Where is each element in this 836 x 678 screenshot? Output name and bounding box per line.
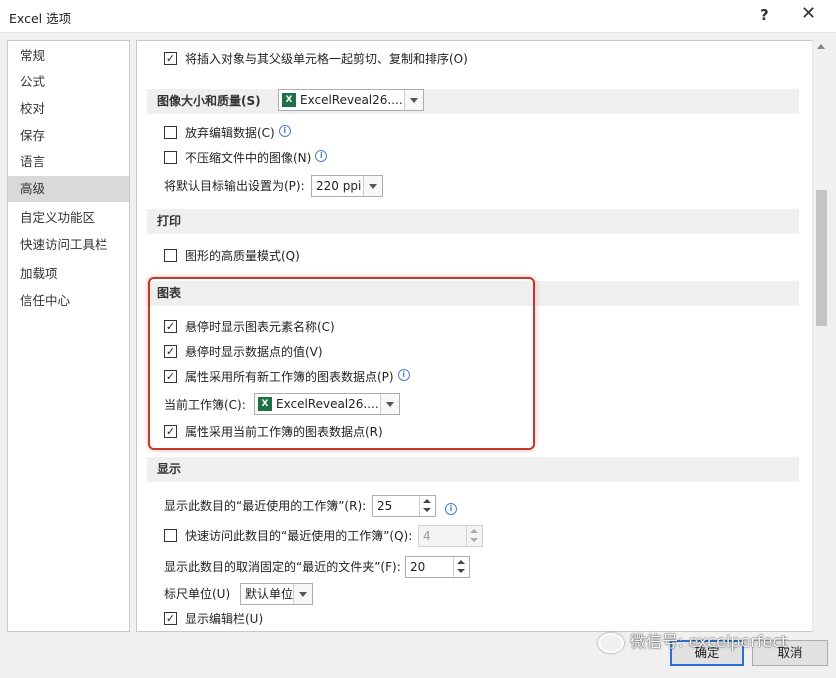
ruler-units-dropdown[interactable]: 默认单位 bbox=[240, 583, 313, 605]
checkbox-checked-icon[interactable]: ✓ bbox=[164, 370, 177, 383]
section-title: 图表 bbox=[157, 286, 182, 300]
checkbox-unchecked-icon[interactable] bbox=[164, 249, 177, 262]
info-icon: i bbox=[445, 503, 457, 515]
spinner-arrows-icon[interactable] bbox=[419, 496, 435, 516]
option-label: 不压缩文件中的图像(N) bbox=[185, 151, 312, 165]
quick-access-recent-spinner[interactable]: 4 bbox=[418, 525, 483, 547]
option-label: 悬停时显示数据点的值(V) bbox=[185, 345, 323, 359]
section-title: 图像大小和质量(S) bbox=[157, 94, 261, 108]
hover-element-names-option[interactable]: ✓ 悬停时显示图表元素名称(C) bbox=[164, 316, 335, 338]
options-nav: 常规 公式 校对 保存 语言 高级 自定义功能区 快速访问工具栏 加载项 信任中… bbox=[7, 40, 130, 632]
wechat-logo-icon bbox=[598, 632, 624, 653]
spinner-value: 4 bbox=[423, 529, 431, 543]
spinner-arrows-icon[interactable] bbox=[466, 526, 482, 546]
nav-item-quick-access-toolbar[interactable]: 快速访问工具栏 bbox=[8, 232, 129, 258]
quick-access-recent-option[interactable]: 快速访问此数目的“最近使用的工作簿”(Q): bbox=[164, 525, 412, 547]
section-title: 显示 bbox=[157, 462, 182, 476]
current-workbook-dropdown[interactable]: X ExcelReveal26.... bbox=[254, 393, 400, 415]
cut-copy-sort-option[interactable]: ✓ 将插入对象与其父级单元格一起剪切、复制和排序(O) bbox=[164, 48, 468, 70]
dropdown-value: 默认单位 bbox=[245, 587, 294, 601]
spinner-value: 20 bbox=[410, 560, 426, 574]
chevron-down-icon[interactable] bbox=[363, 176, 382, 196]
info-icon: i bbox=[278, 124, 291, 137]
checkbox-checked-icon[interactable]: ✓ bbox=[164, 612, 177, 625]
unpinned-folders-label: 显示此数目的取消固定的“最近的文件夹”(F): bbox=[164, 560, 401, 574]
no-compress-option[interactable]: 不压缩文件中的图像(N) i bbox=[164, 147, 328, 169]
wechat-watermark: 微信号: excelperfect bbox=[598, 628, 787, 653]
nav-item-language[interactable]: 语言 bbox=[8, 149, 129, 175]
section-image-size-quality: 图像大小和质量(S) bbox=[147, 89, 799, 114]
vertical-scrollbar[interactable] bbox=[812, 40, 830, 632]
spinner-value: 25 bbox=[377, 499, 393, 513]
section-chart: 图表 bbox=[147, 281, 799, 306]
dropdown-value: 220 ppi bbox=[316, 179, 362, 193]
checkbox-unchecked-icon[interactable] bbox=[164, 529, 177, 542]
checkbox-checked-icon[interactable]: ✓ bbox=[164, 425, 177, 438]
nav-item-general[interactable]: 常规 bbox=[8, 43, 129, 69]
section-print: 打印 bbox=[147, 209, 799, 234]
checkbox-unchecked-icon[interactable] bbox=[164, 126, 177, 139]
recent-workbooks-label: 显示此数目的“最近使用的工作簿”(R): bbox=[164, 499, 367, 513]
info-icon: i bbox=[397, 368, 410, 381]
hq-graphics-option[interactable]: 图形的高质量模式(Q) bbox=[164, 245, 300, 267]
nav-item-add-ins[interactable]: 加载项 bbox=[8, 261, 129, 287]
nav-item-proofing[interactable]: 校对 bbox=[8, 96, 129, 122]
current-workbook-points-option[interactable]: ✓ 属性采用当前工作簿的图表数据点(R) bbox=[164, 421, 383, 443]
window-title: Excel 选项 bbox=[9, 11, 72, 26]
info-icon: i bbox=[315, 149, 328, 162]
ruler-units-label: 标尺单位(U) bbox=[164, 587, 231, 601]
excel-file-icon: X bbox=[258, 397, 272, 411]
option-label: 属性采用当前工作簿的图表数据点(R) bbox=[185, 425, 383, 439]
default-output-label: 将默认目标输出设置为(P): bbox=[164, 179, 305, 193]
help-button[interactable]: ? bbox=[760, 6, 769, 24]
chevron-down-icon[interactable] bbox=[380, 394, 399, 414]
checkbox-checked-icon[interactable]: ✓ bbox=[164, 320, 177, 333]
nav-item-formulas[interactable]: 公式 bbox=[8, 69, 129, 95]
chevron-down-icon[interactable] bbox=[293, 584, 312, 604]
nav-item-advanced[interactable]: 高级 bbox=[8, 176, 129, 202]
nav-item-trust-center[interactable]: 信任中心 bbox=[8, 288, 129, 314]
option-label: 属性采用所有新工作簿的图表数据点(P) bbox=[185, 370, 394, 384]
checkbox-checked-icon[interactable]: ✓ bbox=[164, 52, 177, 65]
nav-item-save[interactable]: 保存 bbox=[8, 123, 129, 149]
discard-edit-option[interactable]: 放弃编辑数据(C) i bbox=[164, 122, 291, 144]
excel-file-icon: X bbox=[282, 93, 296, 107]
option-label: 图形的高质量模式(Q) bbox=[185, 249, 300, 263]
default-output-dropdown[interactable]: 220 ppi bbox=[311, 175, 383, 197]
section-title: 打印 bbox=[157, 214, 182, 228]
option-label: 快速访问此数目的“最近使用的工作簿”(Q): bbox=[185, 529, 413, 543]
title-bar: Excel 选项 ? ✕ bbox=[0, 0, 836, 33]
watermark-text: 微信号: excelperfect bbox=[630, 632, 788, 651]
image-workbook-dropdown[interactable]: X ExcelReveal26.... bbox=[278, 89, 424, 111]
nav-item-customize-ribbon[interactable]: 自定义功能区 bbox=[8, 205, 129, 231]
all-new-workbooks-option[interactable]: ✓ 属性采用所有新工作簿的图表数据点(P) i bbox=[164, 366, 410, 388]
hover-data-values-option[interactable]: ✓ 悬停时显示数据点的值(V) bbox=[164, 341, 323, 363]
option-label: 放弃编辑数据(C) bbox=[185, 126, 275, 140]
unpinned-folders-spinner[interactable]: 20 bbox=[405, 556, 470, 578]
close-button[interactable]: ✕ bbox=[801, 3, 816, 24]
scroll-thumb[interactable] bbox=[816, 190, 827, 326]
option-label: 显示编辑栏(U) bbox=[185, 612, 264, 626]
option-label: 悬停时显示图表元素名称(C) bbox=[185, 320, 335, 334]
chevron-down-icon[interactable] bbox=[404, 90, 423, 110]
formula-bar-option[interactable]: ✓ 显示编辑栏(U) bbox=[164, 608, 263, 630]
dropdown-value: ExcelReveal26.... bbox=[300, 93, 403, 107]
scroll-up-icon[interactable] bbox=[817, 44, 825, 49]
current-workbook-label: 当前工作簿(C): bbox=[164, 398, 246, 412]
spinner-arrows-icon[interactable] bbox=[453, 557, 469, 577]
advanced-options-panel: ✓ 将插入对象与其父级单元格一起剪切、复制和排序(O) 图像大小和质量(S) X … bbox=[136, 40, 813, 632]
checkbox-unchecked-icon[interactable] bbox=[164, 151, 177, 164]
recent-workbooks-spinner[interactable]: 25 bbox=[372, 495, 436, 517]
option-label: 将插入对象与其父级单元格一起剪切、复制和排序(O) bbox=[185, 52, 468, 66]
checkbox-checked-icon[interactable]: ✓ bbox=[164, 345, 177, 358]
section-display: 显示 bbox=[147, 457, 799, 482]
dropdown-value: ExcelReveal26.... bbox=[276, 397, 379, 411]
